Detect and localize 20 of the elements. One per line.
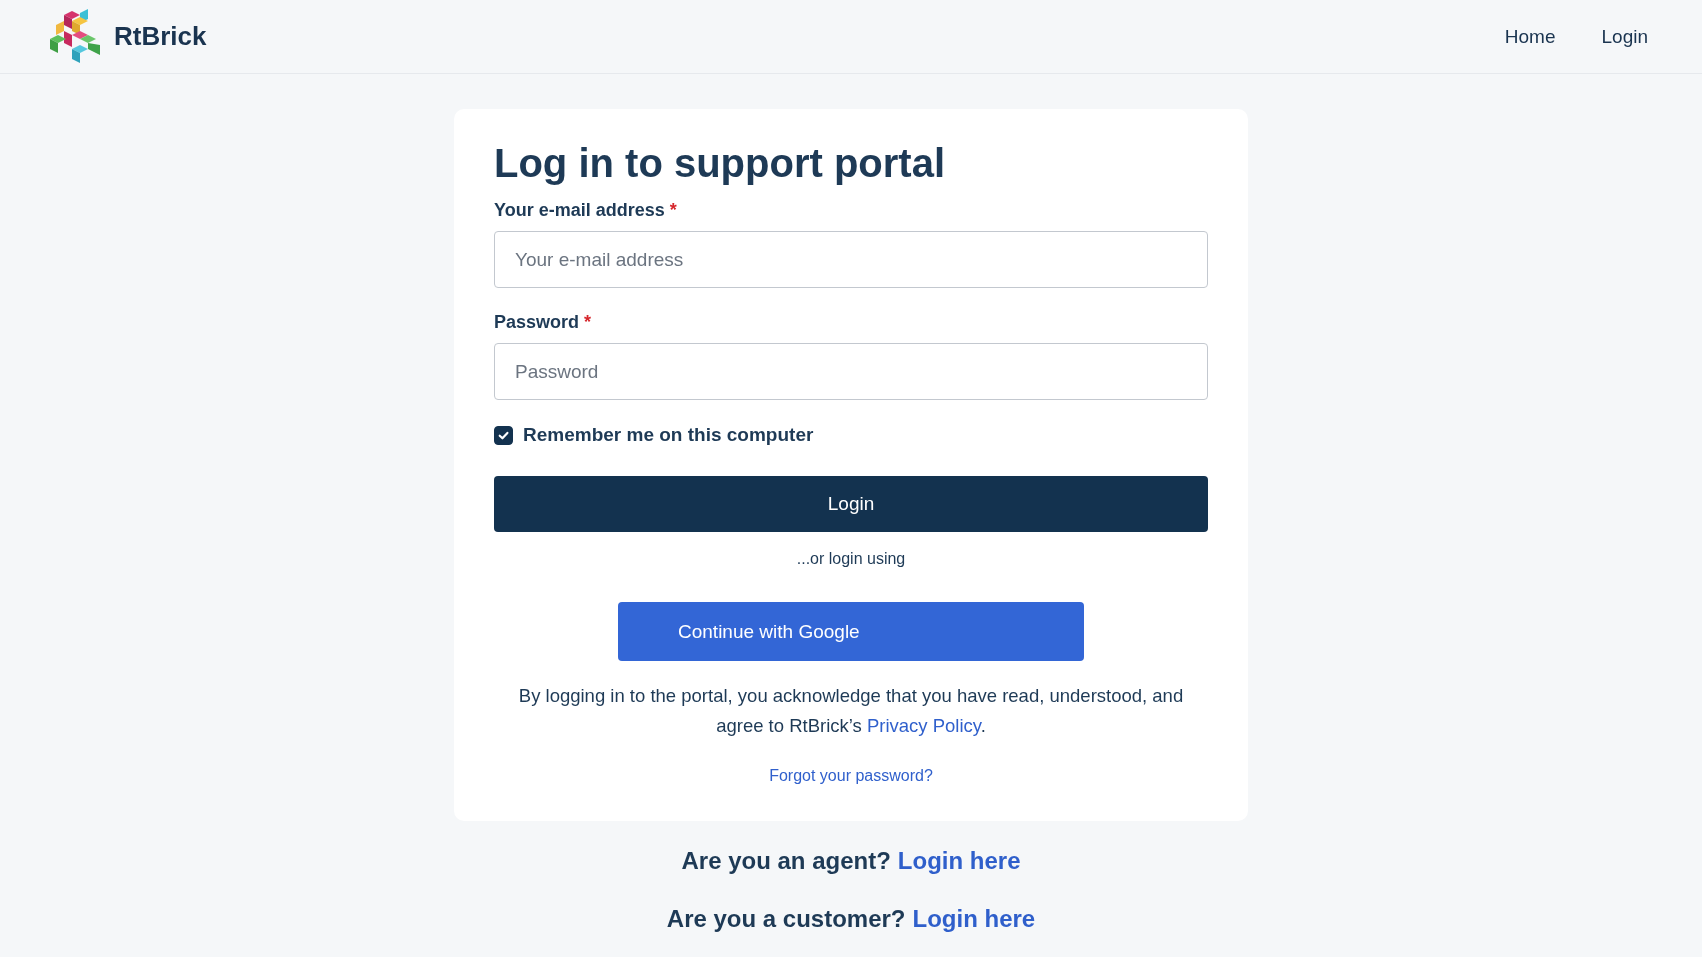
prompt-text: Are you a customer? <box>666 905 906 933</box>
login-button[interactable]: Login <box>494 476 1208 532</box>
privacy-notice: By logging in to the portal, you acknowledge that you have read, understood, and agree to RtBrick’s Privacy Policy. <box>517 684 1185 738</box>
login-here-link[interactable]: Login here <box>897 847 1021 875</box>
page-title: Log in to support portal <box>494 141 947 186</box>
checkbox[interactable] <box>494 425 513 445</box>
forgot-password-link[interactable]: Forgot your password? <box>769 767 933 784</box>
prompt-text: Are you an agent? <box>681 847 891 875</box>
field-label: Password * <box>494 312 593 333</box>
nav-link[interactable]: Login <box>1601 25 1648 48</box>
alt-login-text: ...or login using <box>795 550 907 568</box>
privacy-link[interactable]: Privacy Policy <box>866 715 981 736</box>
brand-name: RtBrick <box>114 21 207 52</box>
input-field[interactable]: Password <box>494 343 1208 400</box>
input-field[interactable]: Your e-mail address <box>494 231 1208 288</box>
nav-link[interactable]: Home <box>1504 25 1556 48</box>
field-label: Your e-mail address * <box>494 200 678 221</box>
checkbox-label: Remember me on this computer <box>523 424 814 446</box>
google-button[interactable]: Continue with Google <box>618 602 1084 661</box>
login-here-link[interactable]: Login here <box>912 905 1036 933</box>
